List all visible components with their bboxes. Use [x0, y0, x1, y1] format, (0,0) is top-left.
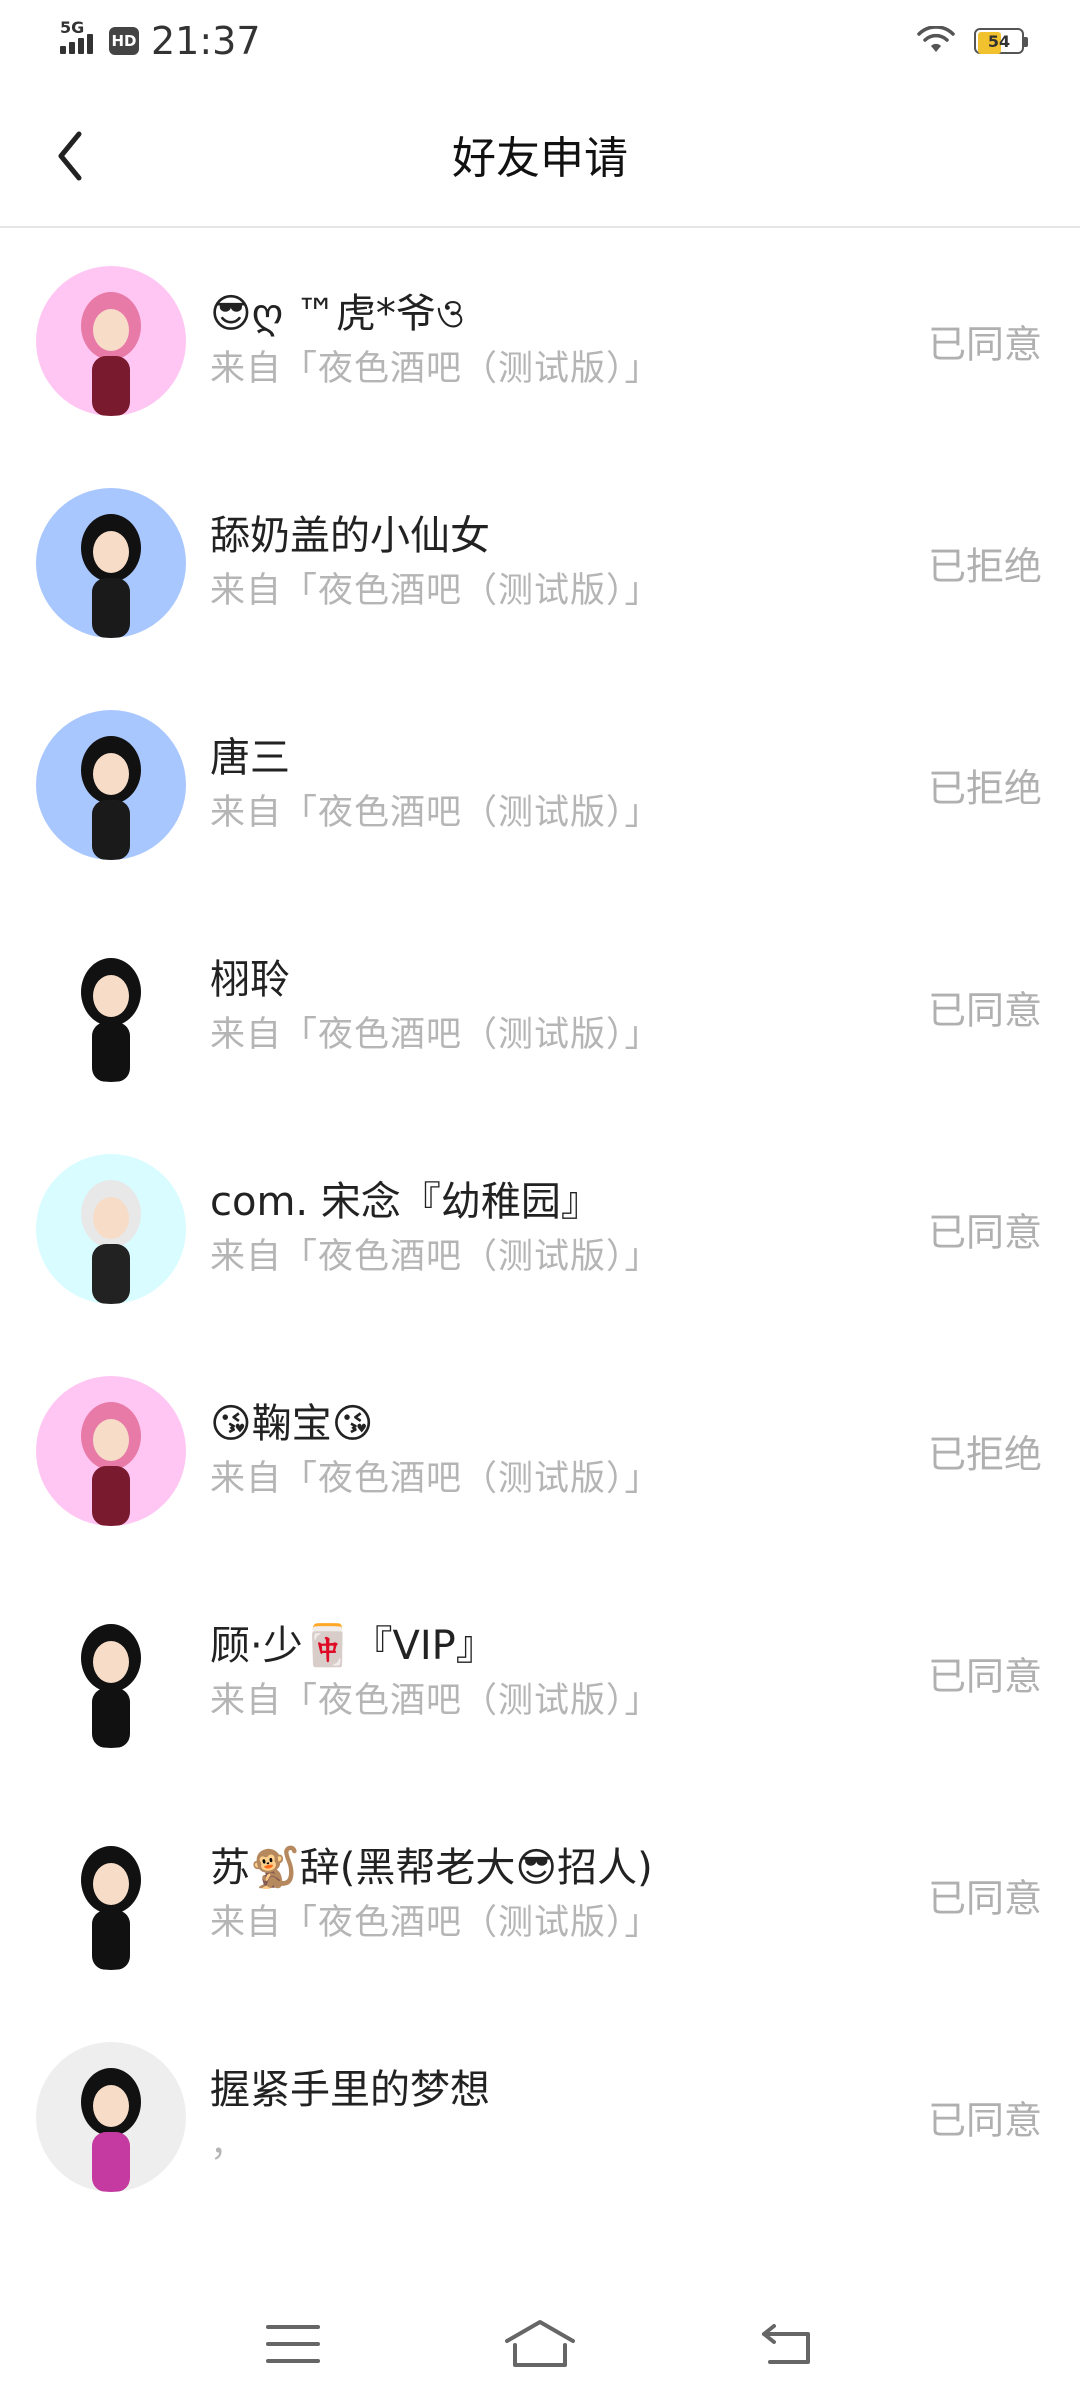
wifi-icon — [917, 26, 955, 52]
avatar[interactable] — [36, 1820, 186, 1970]
request-info: 😘鞠宝😘 来自「夜色酒吧（测试版）」 — [210, 1396, 661, 1506]
friend-request-row[interactable]: 栩聆来自「夜色酒吧（测试版）」 已同意 — [0, 896, 1080, 1118]
home-button[interactable] — [495, 2309, 585, 2379]
avatar[interactable] — [36, 488, 186, 638]
request-status: 已同意 — [927, 322, 1042, 367]
avatar[interactable] — [36, 2042, 186, 2192]
request-source: 来自「夜色酒吧（测试版）」 — [210, 1015, 661, 1055]
requester-name: 😘鞠宝😘 — [210, 1401, 374, 1447]
request-status: 已同意 — [927, 1654, 1042, 1699]
avatar[interactable] — [36, 266, 186, 416]
request-source: 来自「夜色酒吧（测试版）」 — [210, 571, 661, 611]
request-info: 握紧手里的梦想 ， — [210, 2062, 490, 2172]
request-status: 已同意 — [927, 1210, 1042, 1255]
request-source: 来自「夜色酒吧（测试版）」 — [210, 793, 661, 833]
back-button[interactable] — [40, 118, 100, 194]
avatar[interactable] — [36, 1598, 186, 1748]
friend-request-row[interactable]: 苏🐒辞(黑帮老大😎招人) 来自「夜色酒吧（测试版）」 已同意 — [0, 1784, 1080, 2006]
hd-icon: HD — [109, 27, 139, 55]
avatar[interactable] — [36, 932, 186, 1082]
request-info: 苏🐒辞(黑帮老大😎招人) 来自「夜色酒吧（测试版）」 — [210, 1840, 661, 1950]
friend-request-row[interactable]: 握紧手里的梦想 ， 已同意 — [0, 2006, 1080, 2228]
status-bar: 5G HD 21:37 54 — [0, 0, 1080, 82]
requester-name: 苏🐒辞(黑帮老大😎招人) — [210, 1845, 653, 1891]
request-source: 来自「夜色酒吧（测试版）」 — [210, 1459, 661, 1499]
request-source: ， — [210, 2125, 247, 2165]
back-arrow-icon — [58, 131, 82, 181]
requester-name: 😎ღ ™虎*爷ও — [210, 291, 466, 337]
request-source: 来自「夜色酒吧（测试版）」 — [210, 1681, 661, 1721]
status-bar-left: 5G HD 21:37 — [60, 18, 261, 63]
battery-level: 54 — [987, 31, 1011, 51]
requester-name: 唐三 — [210, 735, 290, 781]
avatar[interactable] — [36, 710, 186, 860]
request-source: 来自「夜色酒吧（测试版）」 — [210, 349, 661, 389]
requester-name: 栩聆 — [210, 957, 290, 1003]
request-info: 舔奶盖的小仙女来自「夜色酒吧（测试版）」 — [210, 508, 661, 618]
avatar[interactable] — [36, 1376, 186, 1526]
request-info: com. 宋念『幼稚园』来自「夜色酒吧（测试版）」 — [210, 1174, 661, 1284]
clock: 21:37 — [151, 19, 261, 63]
requester-name: com. 宋念『幼稚园』 — [210, 1179, 601, 1225]
request-status: 已拒绝 — [927, 544, 1042, 589]
signal-icon: 5G — [60, 18, 93, 54]
requester-name: 握紧手里的梦想 — [210, 2067, 490, 2113]
back-nav-button[interactable] — [742, 2309, 832, 2379]
home-icon — [504, 2320, 575, 2367]
network-type: 5G — [60, 18, 85, 37]
page-title: 好友申请 — [452, 133, 628, 184]
avatar[interactable] — [36, 1154, 186, 1304]
return-icon — [761, 2324, 810, 2364]
requester-name: 舔奶盖的小仙女 — [210, 513, 490, 559]
request-info: 唐三来自「夜色酒吧（测试版）」 — [210, 730, 661, 840]
friend-request-list[interactable]: 😎ღ ™虎*爷ও 来自「夜色酒吧（测试版）」 已同意 舔奶盖的小仙女 来自「夜色酒吧（测… — [0, 230, 1080, 2228]
friend-request-row[interactable]: 舔奶盖的小仙女来自「夜色酒吧（测试版）」 已拒绝 — [0, 452, 1080, 674]
request-info: 😎ღ ™虎*爷ও 来自「夜色酒吧（测试版）」 — [210, 286, 661, 396]
friend-request-row[interactable]: 唐三来自「夜色酒吧（测试版）」 已拒绝 — [0, 674, 1080, 896]
request-info: 栩聆来自「夜色酒吧（测试版）」 — [210, 952, 661, 1062]
status-bar-right: 54 — [916, 26, 1028, 56]
requester-name: 顾·少🀄『VIP』 — [210, 1623, 496, 1669]
request-status: 已同意 — [927, 1876, 1042, 1921]
request-status: 已同意 — [927, 2098, 1042, 2143]
request-status: 已拒绝 — [927, 766, 1042, 811]
request-source: 来自「夜色酒吧（测试版）」 — [210, 1237, 661, 1277]
header: 好友申请 — [0, 82, 1080, 228]
friend-request-row[interactable]: 😘鞠宝😘 来自「夜色酒吧（测试版）」 已拒绝 — [0, 1340, 1080, 1562]
request-status: 已同意 — [927, 988, 1042, 1033]
friend-request-row[interactable]: 😎ღ ™虎*爷ও 来自「夜色酒吧（测试版）」 已同意 — [0, 230, 1080, 452]
menu-icon — [266, 2325, 321, 2363]
friend-request-row[interactable]: 顾·少🀄『VIP』来自「夜色酒吧（测试版）」 已同意 — [0, 1562, 1080, 1784]
request-source: 来自「夜色酒吧（测试版）」 — [210, 1903, 661, 1943]
system-navigation-bar — [0, 2280, 1080, 2408]
request-status: 已拒绝 — [927, 1432, 1042, 1477]
request-info: 顾·少🀄『VIP』来自「夜色酒吧（测试版）」 — [210, 1618, 661, 1728]
battery-icon: 54 — [974, 28, 1028, 54]
friend-request-row[interactable]: com. 宋念『幼稚园』来自「夜色酒吧（测试版）」 已同意 — [0, 1118, 1080, 1340]
menu-button[interactable] — [248, 2309, 338, 2379]
